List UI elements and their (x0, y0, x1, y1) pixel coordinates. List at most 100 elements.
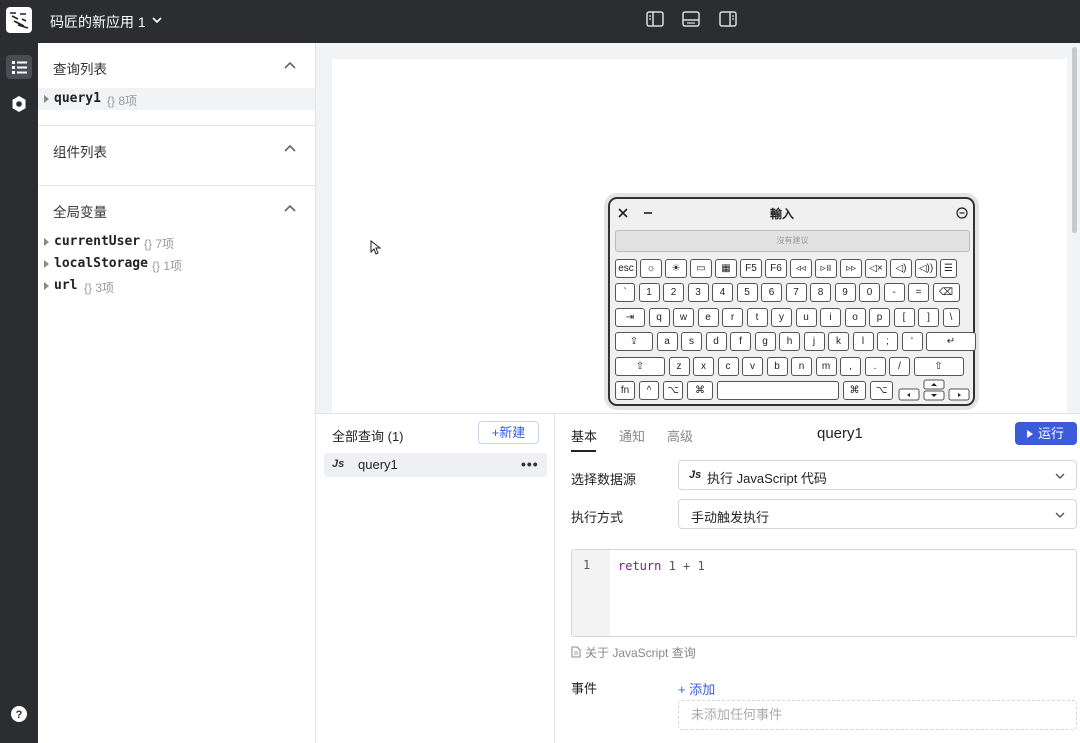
keyboard-key[interactable]: h (779, 332, 800, 351)
keyboard-key[interactable]: 8 (810, 283, 831, 302)
arrow-keys[interactable] (898, 379, 970, 401)
chevron-up-icon[interactable] (283, 143, 297, 153)
keyboard-key[interactable]: ☼ (640, 259, 662, 278)
app-title[interactable]: 码匠的新应用 1 (50, 12, 146, 32)
keyboard-key[interactable]: - (883, 283, 905, 302)
chevron-up-icon[interactable] (283, 60, 297, 70)
keyboard-key[interactable]: ↵ (926, 332, 976, 351)
keyboard-key[interactable]: F5 (740, 259, 762, 278)
keyboard-key[interactable]: 3 (687, 283, 709, 302)
keyboard-key[interactable]: k (828, 332, 849, 351)
keyboard-key[interactable]: 1 (638, 283, 660, 302)
keyboard-key[interactable]: ◃◃ (790, 259, 812, 278)
minimize-icon[interactable] (642, 207, 654, 219)
add-event-button[interactable]: + 添加 (678, 679, 715, 698)
keyboard-key[interactable]: . (864, 357, 886, 376)
keyboard-key[interactable]: x (693, 357, 714, 376)
keyboard-key[interactable]: u (795, 308, 817, 327)
expand-triangle-icon[interactable] (44, 95, 49, 103)
toggle-left-panel-button[interactable] (645, 9, 667, 31)
keyboard-key[interactable]: m (815, 357, 837, 376)
query-title[interactable]: query1 (817, 425, 863, 442)
keyboard-key[interactable]: ⇧ (913, 357, 964, 376)
keyboard-key[interactable]: ; (877, 332, 898, 351)
keyboard-key[interactable]: y (771, 308, 792, 327)
canvas-scrollbar[interactable] (1072, 47, 1077, 233)
keyboard-key[interactable]: ' (901, 332, 923, 351)
keyboard-key[interactable]: e (697, 308, 719, 327)
keyboard-key[interactable]: ◁)) (915, 259, 937, 278)
keyboard-key[interactable]: i (820, 308, 841, 327)
tab-basic[interactable]: 基本 (571, 426, 597, 445)
close-icon[interactable] (617, 207, 629, 219)
keyboard-key[interactable]: w (673, 308, 694, 327)
keyboard-key[interactable]: / (889, 357, 910, 376)
keyboard-key[interactable]: fn (615, 381, 635, 400)
tab-advanced[interactable]: 高级 (667, 426, 693, 445)
tree-item-localStorage[interactable]: localStorage {} 1项 (38, 253, 315, 275)
on-screen-keyboard[interactable]: 輸入 沒有建议 esc ☼ ☀ ▭ ▦ F5 F6 ◃◃ ▹॥ ▹▹ ◁× ◁) ◁)) ☰ ` 1 2 3 4 5 6… (608, 197, 976, 406)
keyboard-key[interactable]: ⌫ (932, 283, 960, 302)
keyboard-key[interactable]: d (705, 332, 727, 351)
keyboard-key[interactable]: ⌘ (843, 381, 866, 400)
globals-section-title[interactable]: 全局变量 (53, 201, 107, 221)
components-section-title[interactable]: 组件列表 (53, 141, 107, 161)
keyboard-key[interactable]: ⌥ (663, 381, 683, 400)
toggle-bottom-panel-button[interactable] (681, 9, 703, 31)
rail-settings-button[interactable] (10, 95, 28, 113)
keyboard-key[interactable]: l (852, 332, 874, 351)
keyboard-key[interactable]: 6 (761, 283, 782, 302)
expand-triangle-icon[interactable] (44, 282, 49, 290)
tree-item-query1[interactable]: query1 {} 8项 (38, 88, 315, 110)
more-options-icon[interactable]: ••• (521, 456, 539, 472)
keyboard-key[interactable]: esc (615, 259, 637, 278)
keyboard-key[interactable]: ^ (639, 381, 659, 400)
keyboard-key[interactable]: g (754, 332, 776, 351)
run-button[interactable]: 运行 (1015, 422, 1077, 445)
keyboard-key[interactable]: r (722, 308, 743, 327)
keyboard-key[interactable]: 9 (834, 283, 856, 302)
keyboard-key[interactable]: = (908, 283, 929, 302)
toggle-right-panel-button[interactable] (718, 9, 740, 31)
keyboard-key[interactable]: ⇥ (615, 308, 645, 327)
keyboard-key[interactable]: z (668, 357, 690, 376)
app-logo[interactable] (6, 7, 32, 33)
expand-triangle-icon[interactable] (44, 260, 49, 268)
keyboard-key[interactable]: [ (893, 308, 915, 327)
keyboard-key[interactable]: ] (918, 308, 939, 327)
keyboard-key[interactable]: F6 (765, 259, 787, 278)
keyboard-key[interactable]: ⇪ (615, 332, 653, 351)
code-editor[interactable]: 1 return 1 + 1 (571, 549, 1077, 637)
keyboard-key[interactable]: 2 (663, 283, 684, 302)
chevron-down-icon[interactable] (151, 14, 163, 26)
new-query-button[interactable]: +新建 (478, 421, 539, 444)
keyboard-key[interactable]: 5 (736, 283, 758, 302)
keyboard-key[interactable]: ⌥ (870, 381, 893, 400)
keyboard-key[interactable]: ▹॥ (815, 259, 837, 278)
keyboard-key[interactable]: s (681, 332, 702, 351)
keyboard-key[interactable]: c (717, 357, 739, 376)
keyboard-key[interactable]: ▭ (690, 259, 712, 278)
keyboard-key[interactable]: ◁) (890, 259, 912, 278)
keyboard-key[interactable]: o (844, 308, 866, 327)
keyboard-key[interactable]: q (648, 308, 670, 327)
keyboard-key[interactable]: ▹▹ (840, 259, 862, 278)
keyboard-key[interactable]: j (803, 332, 825, 351)
keyboard-key[interactable]: , (840, 357, 861, 376)
keyboard-key[interactable]: ◁× (865, 259, 887, 278)
keyboard-key[interactable]: p (869, 308, 890, 327)
keyboard-key[interactable]: ⌘ (687, 381, 713, 400)
tree-item-currentUser[interactable]: currentUser {} 7项 (38, 231, 315, 253)
about-link[interactable]: 关于 JavaScript 查询 (571, 644, 696, 661)
keyboard-key[interactable]: n (791, 357, 812, 376)
key-space[interactable] (717, 381, 839, 400)
expand-triangle-icon[interactable] (44, 238, 49, 246)
code-line[interactable]: return 1 + 1 (618, 559, 705, 573)
chevron-up-icon[interactable] (283, 203, 297, 213)
keyboard-options-icon[interactable] (956, 207, 968, 219)
keyboard-key[interactable]: ▦ (715, 259, 737, 278)
query-list-item-query1[interactable]: Js query1 ••• (324, 453, 547, 477)
mode-select[interactable]: 手动触发执行 (678, 499, 1077, 529)
keyboard-key[interactable]: f (730, 332, 751, 351)
help-button[interactable]: ? (10, 705, 28, 723)
